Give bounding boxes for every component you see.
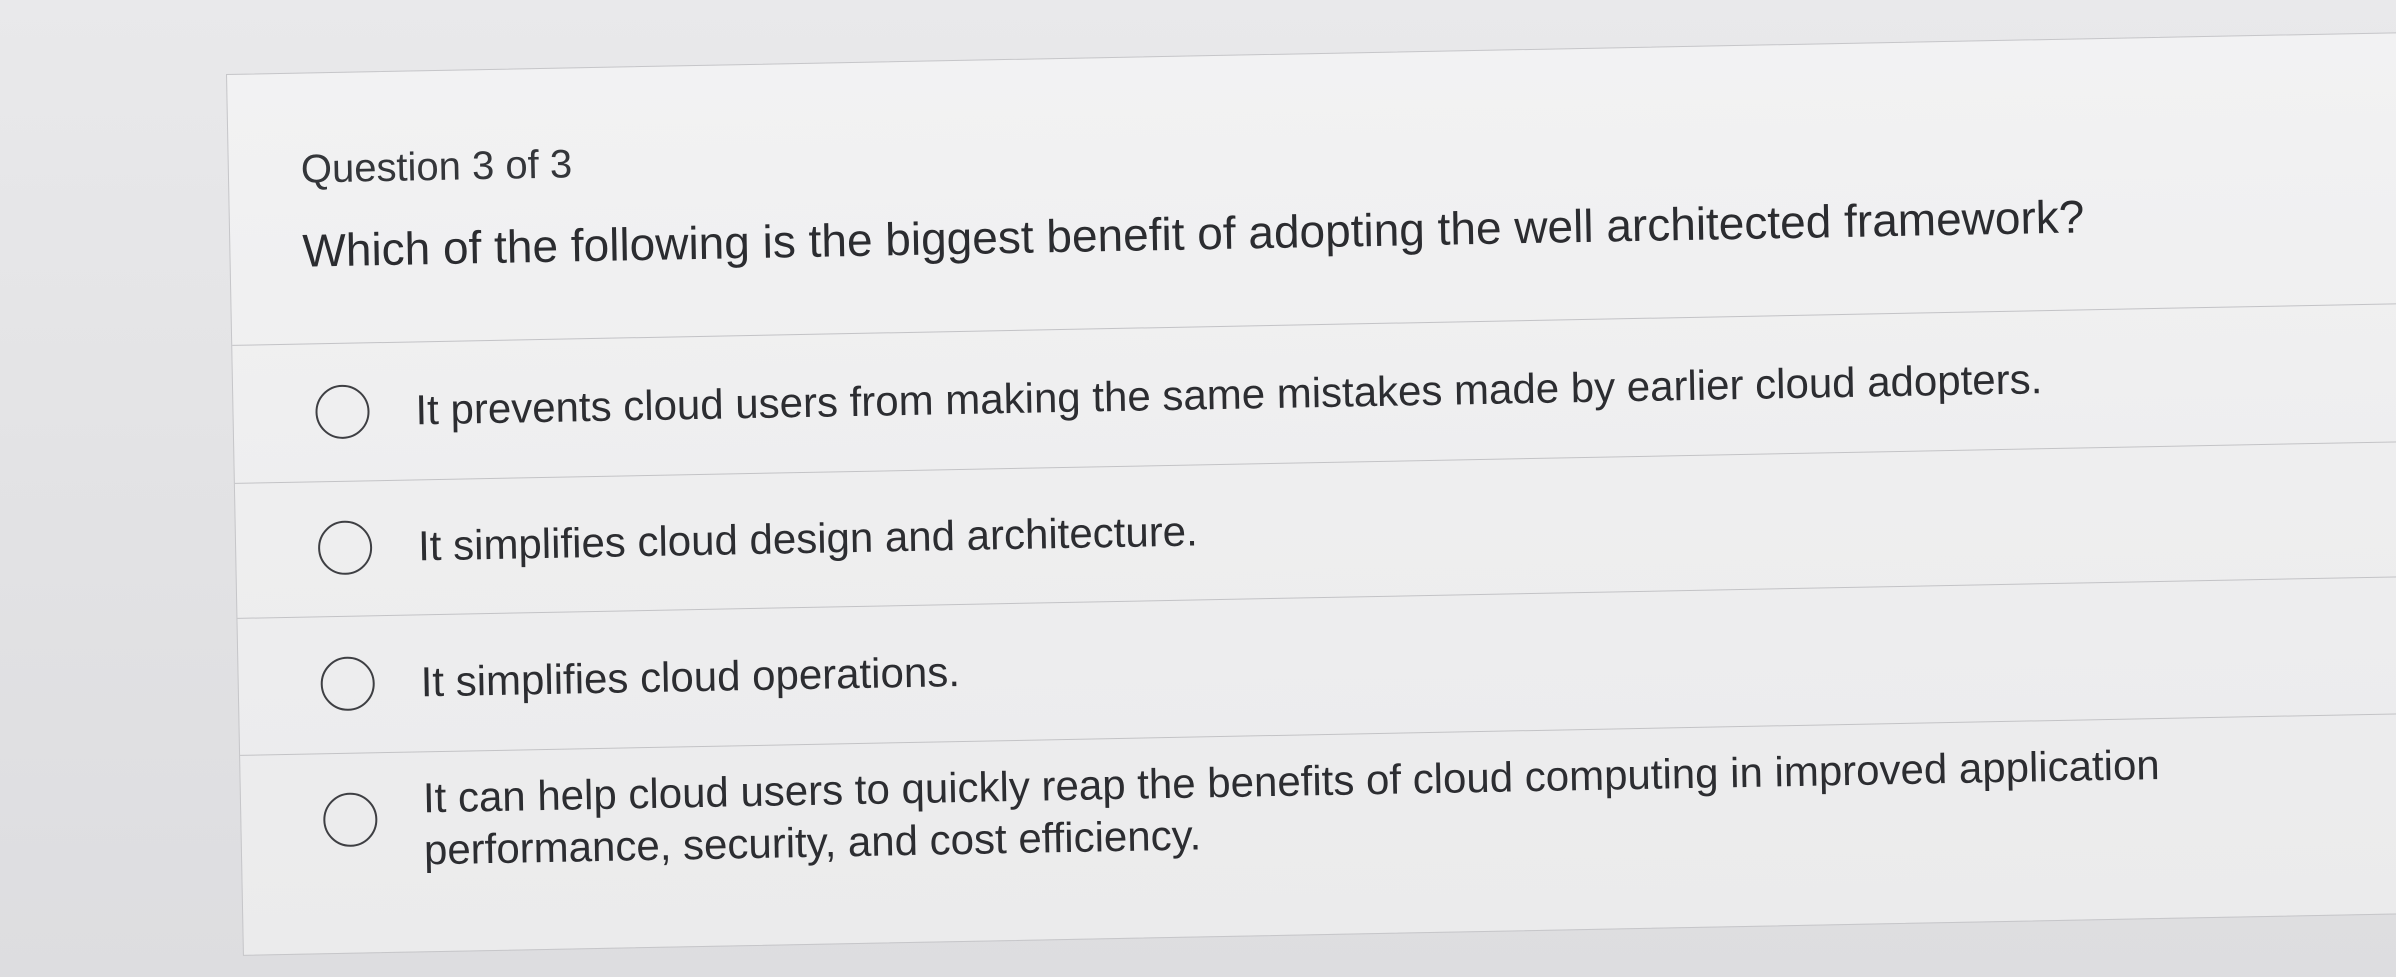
question-text: Which of the following is the biggest be… (301, 190, 2085, 277)
question-card: Question 3 of 3 Which of the following i… (226, 31, 2396, 956)
radio-button-icon[interactable] (314, 384, 371, 440)
answer-option-4[interactable]: It can help cloud users to quickly reap … (240, 713, 2396, 955)
radio-button-icon[interactable] (322, 792, 378, 848)
question-counter: Question 3 of 3 (300, 142, 573, 192)
radio-button-icon[interactable] (320, 656, 376, 712)
radio-button-icon[interactable] (317, 520, 373, 576)
answer-option-label: It simplifies cloud operations. (420, 648, 961, 706)
answer-option-label: It prevents cloud users from making the … (415, 355, 2043, 434)
answer-option-label: It can help cloud users to quickly reap … (422, 741, 2161, 822)
answer-option-label: It simplifies cloud design and architect… (417, 507, 1199, 570)
question-header: Question 3 of 3 Which of the following i… (227, 33, 2396, 345)
